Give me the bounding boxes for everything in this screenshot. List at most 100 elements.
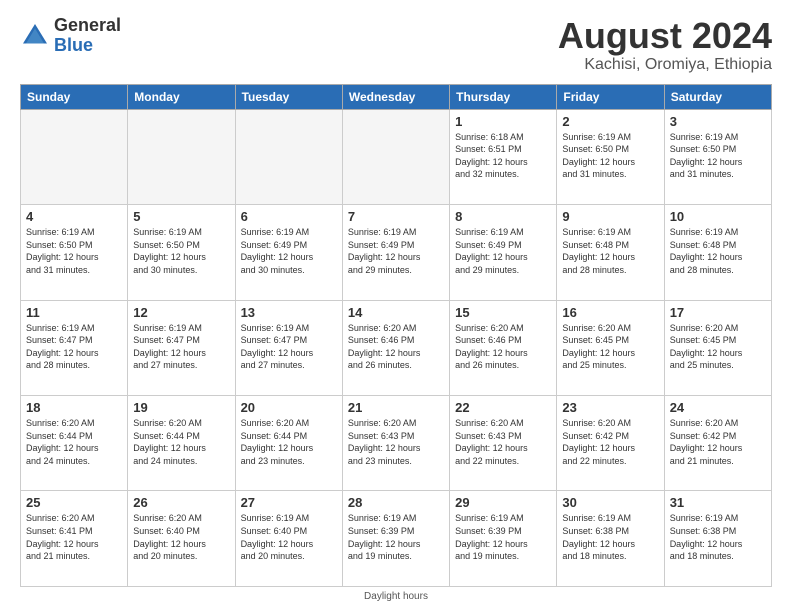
table-row: 2Sunrise: 6:19 AMSunset: 6:50 PMDaylight… xyxy=(557,109,664,204)
table-row: 12 Sunrise: 6:19 AMSunset: 6:47 PMDayligh… xyxy=(128,300,235,395)
day-info: Sunrise: 6:18 AMSunset: 6:51 PMDaylight:… xyxy=(455,131,551,181)
day-info: Sunrise: 6:19 AMSunset: 6:38 PMDaylight:… xyxy=(562,512,658,562)
week-row-4: 25 Sunrise: 6:20 AMSunset: 6:41 PMDayligh… xyxy=(21,491,772,587)
day-number: 3 xyxy=(670,114,766,129)
day-number: 7 xyxy=(348,209,444,224)
day-number: 19 xyxy=(133,400,229,415)
day-number: 27 xyxy=(241,495,337,510)
day-number: 1 xyxy=(455,114,551,129)
th-monday: Monday xyxy=(128,84,235,109)
day-info: Sunrise: 6:19 AMSunset: 6:47 PMDaylight:… xyxy=(241,322,337,372)
day-info: Sunrise: 6:19 AMSunset: 6:48 PMDaylight:… xyxy=(670,226,766,276)
day-number: 9 xyxy=(562,209,658,224)
logo-general: General xyxy=(54,15,121,35)
table-row: 18 Sunrise: 6:20 AMSunset: 6:44 PMDayligh… xyxy=(21,396,128,491)
day-info: Sunrise: 6:19 AMSunset: 6:49 PMDaylight:… xyxy=(455,226,551,276)
day-number: 12 xyxy=(133,305,229,320)
day-info: Sunrise: 6:19 AMSunset: 6:39 PMDaylight:… xyxy=(455,512,551,562)
day-number: 20 xyxy=(241,400,337,415)
th-tuesday: Tuesday xyxy=(235,84,342,109)
table-row: 28 Sunrise: 6:19 AMSunset: 6:39 PMDayligh… xyxy=(342,491,449,587)
table-row: 14 Sunrise: 6:20 AMSunset: 6:46 PMDayligh… xyxy=(342,300,449,395)
table-row xyxy=(128,109,235,204)
table-row: 7 Sunrise: 6:19 AMSunset: 6:49 PMDaylight… xyxy=(342,205,449,300)
day-number: 18 xyxy=(26,400,122,415)
location: Kachisi, Oromiya, Ethiopia xyxy=(558,56,772,74)
day-info: Sunrise: 6:19 AMSunset: 6:50 PMDaylight:… xyxy=(26,226,122,276)
day-info: Sunrise: 6:19 AMSunset: 6:50 PMDaylight:… xyxy=(670,131,766,181)
day-number: 14 xyxy=(348,305,444,320)
month-title: August 2024 xyxy=(558,16,772,56)
table-row: 31Sunrise: 6:19 AMSunset: 6:38 PMDayligh… xyxy=(664,491,771,587)
th-friday: Friday xyxy=(557,84,664,109)
page: General Blue August 2024 Kachisi, Oromiy… xyxy=(0,0,792,612)
logo-icon xyxy=(20,21,50,51)
week-row-3: 18 Sunrise: 6:20 AMSunset: 6:44 PMDayligh… xyxy=(21,396,772,491)
day-number: 6 xyxy=(241,209,337,224)
day-info: Sunrise: 6:19 AMSunset: 6:49 PMDaylight:… xyxy=(348,226,444,276)
calendar-table: Sunday Monday Tuesday Wednesday Thursday… xyxy=(20,84,772,587)
table-row: 17Sunrise: 6:20 AMSunset: 6:45 PMDayligh… xyxy=(664,300,771,395)
day-number: 25 xyxy=(26,495,122,510)
table-row: 16 Sunrise: 6:20 AMSunset: 6:45 PMDayligh… xyxy=(557,300,664,395)
table-row xyxy=(21,109,128,204)
day-number: 24 xyxy=(670,400,766,415)
table-row: 3 Sunrise: 6:19 AMSunset: 6:50 PMDaylight… xyxy=(664,109,771,204)
day-info: Sunrise: 6:19 AMSunset: 6:39 PMDaylight:… xyxy=(348,512,444,562)
table-row: 4Sunrise: 6:19 AMSunset: 6:50 PMDaylight… xyxy=(21,205,128,300)
day-info: Sunrise: 6:20 AMSunset: 6:40 PMDaylight:… xyxy=(133,512,229,562)
day-info: Sunrise: 6:20 AMSunset: 6:46 PMDaylight:… xyxy=(348,322,444,372)
table-row: 8 Sunrise: 6:19 AMSunset: 6:49 PMDaylight… xyxy=(450,205,557,300)
day-info: Sunrise: 6:20 AMSunset: 6:41 PMDaylight:… xyxy=(26,512,122,562)
day-info: Sunrise: 6:20 AMSunset: 6:44 PMDaylight:… xyxy=(241,417,337,467)
header: General Blue August 2024 Kachisi, Oromiy… xyxy=(20,16,772,74)
day-number: 5 xyxy=(133,209,229,224)
table-row: 5 Sunrise: 6:19 AMSunset: 6:50 PMDaylight… xyxy=(128,205,235,300)
day-info: Sunrise: 6:20 AMSunset: 6:46 PMDaylight:… xyxy=(455,322,551,372)
week-row-2: 11 Sunrise: 6:19 AMSunset: 6:47 PMDayligh… xyxy=(21,300,772,395)
table-row xyxy=(342,109,449,204)
day-number: 8 xyxy=(455,209,551,224)
table-row xyxy=(235,109,342,204)
day-info: Sunrise: 6:19 AMSunset: 6:50 PMDaylight:… xyxy=(133,226,229,276)
day-info: Sunrise: 6:19 AMSunset: 6:38 PMDaylight:… xyxy=(670,512,766,562)
day-number: 16 xyxy=(562,305,658,320)
table-row: 23Sunrise: 6:20 AMSunset: 6:42 PMDayligh… xyxy=(557,396,664,491)
table-row: 11 Sunrise: 6:19 AMSunset: 6:47 PMDayligh… xyxy=(21,300,128,395)
day-number: 30 xyxy=(562,495,658,510)
day-info: Sunrise: 6:19 AMSunset: 6:40 PMDaylight:… xyxy=(241,512,337,562)
table-row: 22Sunrise: 6:20 AMSunset: 6:43 PMDayligh… xyxy=(450,396,557,491)
table-row: 30 Sunrise: 6:19 AMSunset: 6:38 PMDayligh… xyxy=(557,491,664,587)
table-row: 10Sunrise: 6:19 AMSunset: 6:48 PMDayligh… xyxy=(664,205,771,300)
day-number: 11 xyxy=(26,305,122,320)
day-info: Sunrise: 6:20 AMSunset: 6:42 PMDaylight:… xyxy=(670,417,766,467)
table-row: 19Sunrise: 6:20 AMSunset: 6:44 PMDayligh… xyxy=(128,396,235,491)
table-row: 15 Sunrise: 6:20 AMSunset: 6:46 PMDayligh… xyxy=(450,300,557,395)
day-number: 13 xyxy=(241,305,337,320)
logo: General Blue xyxy=(20,16,121,56)
logo-text: General Blue xyxy=(54,16,121,56)
table-row: 21 Sunrise: 6:20 AMSunset: 6:43 PMDayligh… xyxy=(342,396,449,491)
day-info: Sunrise: 6:20 AMSunset: 6:43 PMDaylight:… xyxy=(455,417,551,467)
day-number: 21 xyxy=(348,400,444,415)
day-info: Sunrise: 6:20 AMSunset: 6:42 PMDaylight:… xyxy=(562,417,658,467)
day-info: Sunrise: 6:19 AMSunset: 6:47 PMDaylight:… xyxy=(133,322,229,372)
table-row: 26Sunrise: 6:20 AMSunset: 6:40 PMDayligh… xyxy=(128,491,235,587)
day-info: Sunrise: 6:19 AMSunset: 6:49 PMDaylight:… xyxy=(241,226,337,276)
table-row: 20 Sunrise: 6:20 AMSunset: 6:44 PMDayligh… xyxy=(235,396,342,491)
table-row: 9 Sunrise: 6:19 AMSunset: 6:48 PMDaylight… xyxy=(557,205,664,300)
day-number: 15 xyxy=(455,305,551,320)
day-info: Sunrise: 6:20 AMSunset: 6:43 PMDaylight:… xyxy=(348,417,444,467)
day-number: 28 xyxy=(348,495,444,510)
th-saturday: Saturday xyxy=(664,84,771,109)
day-info: Sunrise: 6:20 AMSunset: 6:45 PMDaylight:… xyxy=(562,322,658,372)
table-row: 25 Sunrise: 6:20 AMSunset: 6:41 PMDayligh… xyxy=(21,491,128,587)
day-info: Sunrise: 6:20 AMSunset: 6:44 PMDaylight:… xyxy=(26,417,122,467)
header-row: Sunday Monday Tuesday Wednesday Thursday… xyxy=(21,84,772,109)
table-row: 1 Sunrise: 6:18 AMSunset: 6:51 PMDaylight… xyxy=(450,109,557,204)
day-number: 29 xyxy=(455,495,551,510)
table-row: 6 Sunrise: 6:19 AMSunset: 6:49 PMDaylight… xyxy=(235,205,342,300)
day-info: Sunrise: 6:19 AMSunset: 6:47 PMDaylight:… xyxy=(26,322,122,372)
day-info: Sunrise: 6:19 AMSunset: 6:48 PMDaylight:… xyxy=(562,226,658,276)
title-block: August 2024 Kachisi, Oromiya, Ethiopia xyxy=(558,16,772,74)
